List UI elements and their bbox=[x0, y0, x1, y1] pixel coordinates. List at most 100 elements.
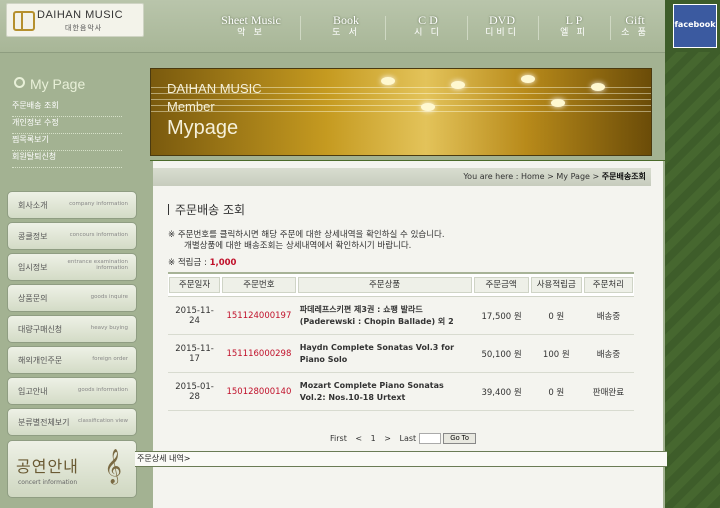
order-points: 0 원 bbox=[529, 296, 583, 335]
nav-label-ko: 엘 피 bbox=[560, 27, 588, 37]
music-pattern bbox=[665, 52, 720, 508]
nav-sheet-music[interactable]: Sheet Music 악 보 bbox=[216, 14, 286, 38]
header-label: 주문처리 bbox=[583, 277, 633, 293]
sidebar-button-company[interactable]: 회사소개 company information bbox=[7, 191, 137, 219]
button-label: 콩쿨정보 bbox=[18, 232, 48, 241]
order-date: 2015-11-24 bbox=[168, 296, 222, 335]
sidebar-button-foreign-order[interactable]: 해외개인주문 foreign order bbox=[7, 346, 137, 374]
sidebar-button-entrance[interactable]: 입시정보 entrance examination information bbox=[7, 253, 137, 281]
breadcrumb-current: 주문배송조회 bbox=[601, 172, 646, 181]
circle-icon bbox=[14, 77, 25, 88]
banner-line-3: Mypage bbox=[167, 117, 239, 139]
sidebar-button-classification[interactable]: 분류별전체보기 classification view bbox=[7, 408, 137, 436]
nav-gift[interactable]: Gift 소 품 bbox=[614, 14, 656, 38]
sidebar-button-inquire[interactable]: 상품문의 goods inquire bbox=[7, 284, 137, 312]
order-table: 주문일자 주문번호 주문상품 주문금액 사용적립금 주문처리 2015-11-2… bbox=[168, 272, 634, 411]
concert-info-button[interactable]: 공연안내 concert information 𝄞 bbox=[7, 440, 137, 498]
order-amount: 17,500 원 bbox=[472, 296, 530, 335]
nav-book[interactable]: Book 도 서 bbox=[316, 14, 376, 38]
sidebar-item-edit-profile[interactable]: 개인정보 수정 bbox=[12, 117, 122, 134]
sidebar-item-withdraw[interactable]: 회원탈퇴신청 bbox=[12, 151, 122, 168]
order-amount: 39,400 원 bbox=[472, 372, 530, 411]
page-number-input[interactable] bbox=[418, 433, 441, 444]
nav-label-en: Gift bbox=[625, 13, 645, 27]
mypage-banner: DAIHAN MUSIC Member Mypage bbox=[150, 68, 652, 156]
sidebar-item-order-tracking[interactable]: 주문배송 조회 bbox=[12, 100, 122, 117]
concert-sublabel: concert information bbox=[18, 479, 78, 486]
nav-lp[interactable]: L P 엘 피 bbox=[544, 14, 604, 38]
button-label: 회사소개 bbox=[18, 201, 48, 210]
order-product: 파데레프스키편 제3권 : 쇼팽 발라드 (Paderewski : Chopi… bbox=[296, 296, 473, 335]
button-sublabel: classification view bbox=[78, 418, 128, 424]
table-header-row: 주문일자 주문번호 주문상품 주문금액 사용적립금 주문처리 bbox=[168, 272, 634, 297]
header-label: 주문금액 bbox=[473, 277, 529, 293]
pager-first[interactable]: First bbox=[330, 434, 347, 443]
sidebar-title-text: My Page bbox=[30, 76, 86, 92]
header-label: 주문번호 bbox=[222, 277, 296, 293]
points-label: ※ 적립금 : bbox=[168, 258, 210, 268]
button-label: 분류별전체보기 bbox=[18, 418, 70, 427]
order-status: 배송중 bbox=[582, 334, 634, 373]
info-note-2: 개별상품에 대한 배송조회는 상세내역에서 확인하시기 바랍니다. bbox=[184, 241, 412, 251]
button-sublabel: entrance examination information bbox=[67, 259, 129, 271]
page-title: 주문배송 조회 bbox=[168, 201, 245, 218]
pager-prev[interactable]: < bbox=[355, 434, 362, 443]
logo-text: DAIHAN MUSIC bbox=[37, 9, 124, 21]
nav-label-en: Sheet Music bbox=[221, 13, 281, 27]
nav-label-en: L P bbox=[565, 13, 583, 27]
nav-divider bbox=[385, 16, 386, 40]
pager-last[interactable]: Last bbox=[400, 434, 417, 443]
pager-next[interactable]: > bbox=[384, 434, 391, 443]
nav-label-ko: 소 품 bbox=[621, 27, 649, 37]
order-product: Haydn Complete Sonatas Vol.3 for Piano S… bbox=[296, 334, 473, 373]
nav-divider bbox=[538, 16, 539, 40]
col-header-points: 사용적립금 bbox=[529, 272, 583, 297]
divider bbox=[150, 160, 665, 161]
button-sublabel: goods inquire bbox=[90, 294, 128, 300]
treble-clef-icon: 𝄞 bbox=[104, 449, 122, 484]
order-number-link[interactable]: 151116000298 bbox=[221, 334, 297, 373]
facebook-button[interactable]: facebook bbox=[673, 4, 717, 48]
nav-label-en: DVD bbox=[489, 13, 515, 27]
points-value: 1,000 bbox=[209, 258, 237, 268]
logo-mark-icon bbox=[13, 11, 35, 31]
banner-line-1: DAIHAN MUSIC bbox=[167, 81, 262, 96]
col-header-product: 주문상품 bbox=[296, 272, 473, 297]
nav-label-ko: 시 디 bbox=[414, 27, 442, 37]
right-decor-column bbox=[665, 0, 720, 508]
button-label: 입시정보 bbox=[18, 263, 48, 272]
sidebar-button-goods-info[interactable]: 입고안내 goods information bbox=[7, 377, 137, 405]
nav-cd[interactable]: C D 시 디 bbox=[398, 14, 458, 38]
button-sublabel: foreign order bbox=[92, 356, 128, 362]
order-points: 0 원 bbox=[529, 372, 583, 411]
logo-subtext: 대한음악사 bbox=[65, 24, 103, 32]
button-sublabel: company information bbox=[69, 201, 128, 207]
go-to-page-button[interactable]: Go To bbox=[443, 433, 476, 444]
col-header-date: 주문일자 bbox=[168, 272, 222, 297]
table-row: 2015-01-28 150128000140 Mozart Complete … bbox=[168, 372, 634, 411]
site-logo[interactable]: DAIHAN MUSIC 대한음악사 bbox=[6, 3, 144, 37]
nav-label-ko: 도 서 bbox=[332, 27, 360, 37]
breadcrumb: You are here : Home > My Page > 주문배송조회 bbox=[153, 168, 651, 186]
nav-dvd[interactable]: DVD 디비디 bbox=[472, 14, 532, 38]
sidebar-button-heavy-buying[interactable]: 대량구매신청 heavy buying bbox=[7, 315, 137, 343]
col-header-status: 주문처리 bbox=[582, 272, 634, 297]
sidebar-item-wishlist[interactable]: 찜목록보기 bbox=[12, 134, 122, 151]
nav-divider bbox=[467, 16, 468, 40]
sidebar-button-concours[interactable]: 콩쿨정보 concours information bbox=[7, 222, 137, 250]
order-number-link[interactable]: 150128000140 bbox=[221, 372, 297, 411]
order-points: 100 원 bbox=[529, 334, 583, 373]
order-status: 배송중 bbox=[582, 296, 634, 335]
nav-label-ko: 디비디 bbox=[485, 27, 519, 37]
points-summary: ※ 적립금 : 1,000 bbox=[168, 256, 236, 268]
order-status: 판매완료 bbox=[582, 372, 634, 411]
col-header-order-no: 주문번호 bbox=[221, 272, 297, 297]
status-bar: 주문상세 내역> bbox=[135, 451, 667, 467]
table-row: 2015-11-17 151116000298 Haydn Complete S… bbox=[168, 334, 634, 373]
order-date: 2015-11-17 bbox=[168, 334, 222, 373]
col-header-amount: 주문금액 bbox=[472, 272, 530, 297]
nav-divider bbox=[300, 16, 301, 40]
pager-page-1[interactable]: 1 bbox=[371, 434, 376, 443]
order-number-link[interactable]: 151124000197 bbox=[221, 296, 297, 335]
button-sublabel: concours information bbox=[69, 232, 128, 238]
